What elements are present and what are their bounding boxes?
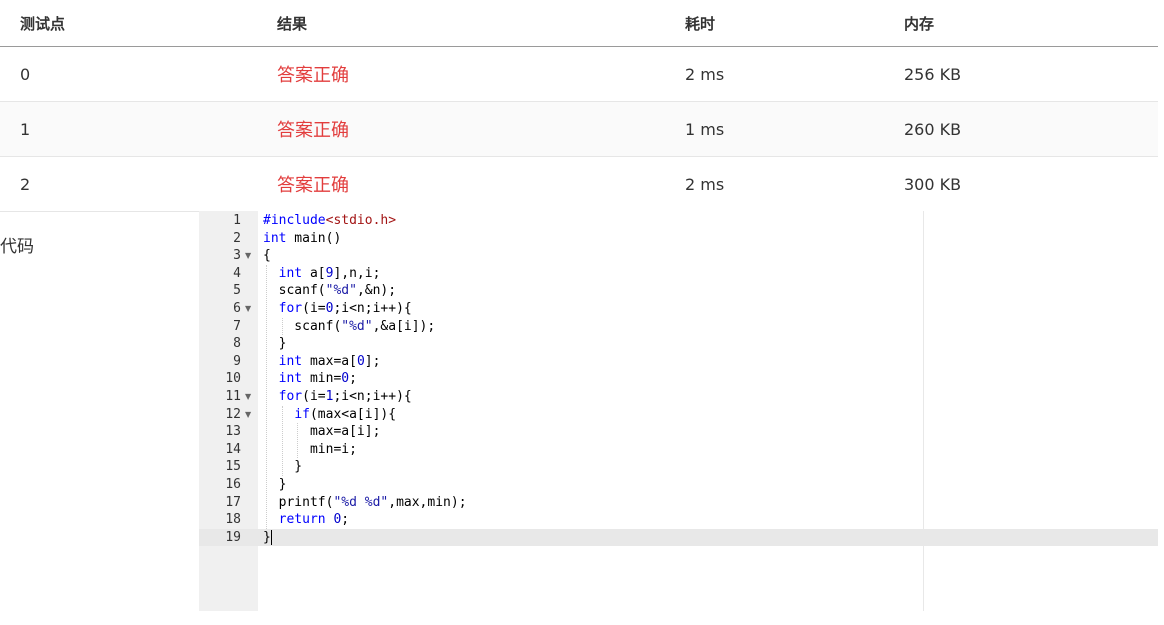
header-time: 耗时	[685, 14, 716, 33]
memory-value: 260 KB	[904, 119, 962, 139]
code-line[interactable]: 11 ▼ for(i=1;i<n;i++){	[199, 388, 1158, 406]
line-number: 2	[233, 230, 241, 246]
code-text: int max=a[0];	[278, 353, 381, 369]
code-line[interactable]: 9 int max=a[0];	[199, 353, 1158, 371]
code-text: }	[263, 477, 287, 492]
line-number: 3	[233, 248, 241, 264]
code-line[interactable]: 1 #include<stdio.h>	[199, 212, 1158, 230]
code-line[interactable]: 19}	[199, 528, 1158, 547]
code-text: }	[263, 529, 272, 545]
code-text: if(max<a[i]){	[294, 406, 397, 422]
code-line[interactable]: 5 scanf("%d",&n);	[199, 282, 1158, 300]
line-number: 11	[225, 389, 241, 404]
code-line[interactable]: 3 ▼ {	[199, 247, 1158, 265]
code-section-label: 代码	[0, 237, 34, 257]
fold-arrow-icon[interactable]: ▼	[245, 388, 251, 406]
code-text: }	[263, 459, 303, 475]
code-line[interactable]: 8 }	[199, 335, 1158, 353]
code-line[interactable]: 17 printf("%d %d",max,min);	[199, 494, 1158, 512]
case-id: 1	[20, 119, 31, 139]
code-line[interactable]: 4 int a[9],n,i;	[199, 265, 1158, 283]
line-number: 14	[225, 441, 241, 457]
line-number: 6	[233, 301, 241, 316]
code-text: scanf("%d",&a[i]);	[263, 318, 436, 334]
header-case: 测试点	[20, 14, 66, 33]
table-row: 2 答案正确 2 ms 300 KB	[0, 157, 1158, 212]
table-row: 1 答案正确 1 ms 260 KB	[0, 102, 1158, 157]
code-editor[interactable]: 1 #include<stdio.h> 2 int main() 3 ▼{4 int a[…	[199, 211, 1158, 611]
code-line[interactable]: 12 ▼ if(max<a[i]){	[199, 406, 1158, 424]
code-text: scanf("%d",&n);	[263, 283, 397, 299]
line-number: 18	[225, 512, 241, 528]
time-value: 1 ms	[685, 119, 725, 139]
memory-value: 256 KB	[904, 64, 962, 84]
result-status: 答案正确	[277, 175, 349, 196]
code-text: min=i;	[263, 441, 357, 457]
fold-arrow-icon[interactable]: ▼	[245, 406, 251, 424]
line-number: 4	[233, 265, 241, 281]
case-id: 2	[20, 174, 31, 194]
table-header: 测试点 结果 耗时 内存	[0, 0, 1158, 47]
line-number: 19	[225, 529, 241, 545]
line-number: 7	[233, 318, 241, 334]
result-status: 答案正确	[277, 65, 349, 86]
code-line[interactable]: 10 int min=0;	[199, 370, 1158, 388]
line-number: 15	[225, 459, 241, 475]
results-table: 测试点 结果 耗时 内存 0 答案正确 2 ms 256 KB 1 答案正确 1…	[0, 0, 1158, 212]
code-line[interactable]: 6 ▼ for(i=0;i<n;i++){	[199, 300, 1158, 318]
line-number: 9	[233, 353, 241, 369]
code-text: }	[263, 336, 287, 352]
case-id: 0	[20, 64, 31, 84]
code-line[interactable]: 18 return 0;	[199, 511, 1158, 529]
fold-arrow-icon[interactable]: ▼	[245, 247, 251, 265]
code-line[interactable]: 16 }	[199, 476, 1158, 494]
code-text: int min=0;	[278, 371, 357, 387]
memory-value: 300 KB	[904, 174, 962, 194]
fold-arrow-icon[interactable]: ▼	[245, 300, 251, 318]
time-value: 2 ms	[685, 174, 725, 194]
text-cursor	[270, 529, 272, 545]
code-text: max=a[i];	[263, 424, 381, 440]
code-line[interactable]: 14 min=i;	[199, 441, 1158, 459]
code-text: for(i=0;i<n;i++){	[278, 301, 412, 316]
code-text: return 0;	[278, 512, 350, 528]
code-line[interactable]: 13 max=a[i];	[199, 423, 1158, 441]
code-text: for(i=1;i<n;i++){	[278, 389, 412, 404]
line-number: 5	[233, 283, 241, 299]
code-line[interactable]: 2 int main()	[199, 230, 1158, 248]
code-line[interactable]: 15 }	[199, 458, 1158, 476]
code-line[interactable]: 7 scanf("%d",&a[i]);	[199, 318, 1158, 336]
header-result: 结果	[277, 14, 308, 33]
line-number: 17	[225, 494, 241, 510]
header-memory: 内存	[904, 14, 935, 33]
line-number: 16	[225, 477, 241, 492]
table-row: 0 答案正确 2 ms 256 KB	[0, 47, 1158, 102]
code-text: printf("%d %d",max,min);	[263, 494, 467, 510]
code-text: {	[263, 248, 271, 264]
line-number: 13	[225, 424, 241, 440]
line-number: 1	[233, 213, 241, 228]
code-text: int a[9],n,i;	[278, 265, 381, 281]
time-value: 2 ms	[685, 64, 725, 84]
line-number: 8	[233, 336, 241, 352]
line-number: 10	[225, 371, 241, 387]
code-text: int main()	[263, 230, 342, 246]
result-status: 答案正确	[277, 120, 349, 141]
line-number: 12	[225, 406, 241, 422]
code-text: #include<stdio.h>	[263, 213, 397, 228]
